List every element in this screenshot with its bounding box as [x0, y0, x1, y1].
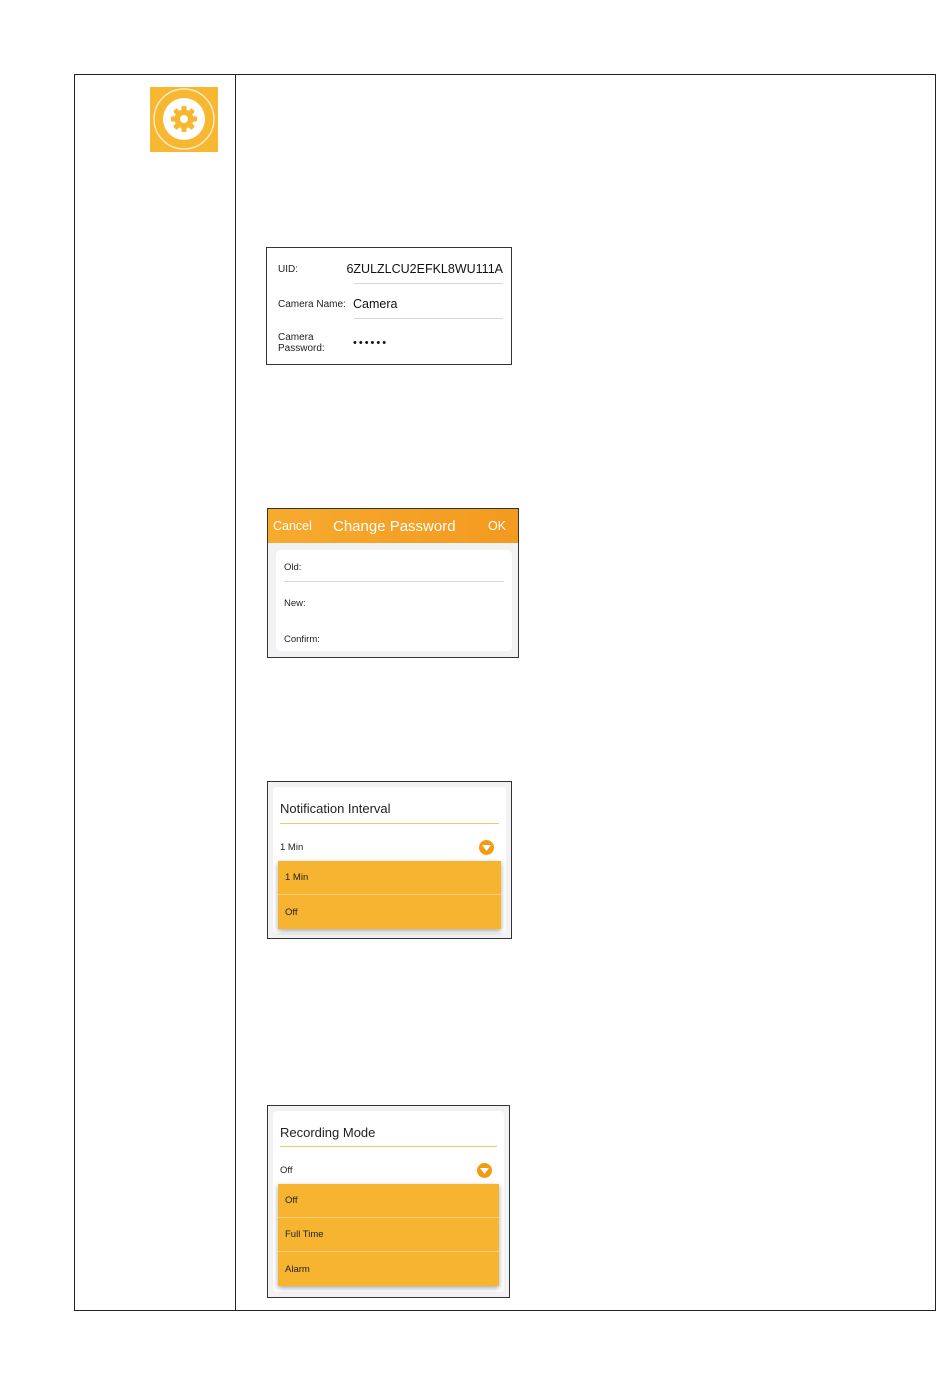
notification-interval-title: Notification Interval: [280, 801, 391, 816]
camera-password-label-line1: Camera: [278, 332, 314, 343]
chevron-down-icon[interactable]: [479, 840, 494, 855]
new-password-field[interactable]: New:: [284, 598, 306, 609]
chevron-down-icon[interactable]: [477, 1163, 492, 1178]
camera-name-value[interactable]: Camera: [353, 297, 397, 311]
recording-mode-menu: Off Full Time Alarm: [278, 1184, 499, 1286]
divider: [284, 581, 504, 582]
ok-button[interactable]: OK: [488, 519, 506, 533]
option-full-time[interactable]: Full Time: [278, 1218, 499, 1252]
camera-password-value[interactable]: ••••••: [353, 337, 388, 349]
option-alarm[interactable]: Alarm: [278, 1252, 499, 1286]
uid-row: UID: 6ZULZLCU2EFKL8WU111A: [278, 262, 503, 276]
divider: [354, 283, 503, 284]
change-password-dialog: Cancel Change Password OK Old: New: Conf…: [267, 508, 519, 658]
divider: [354, 318, 503, 319]
recording-mode-title: Recording Mode: [280, 1125, 376, 1140]
password-form: Old: New: Confirm:: [276, 550, 512, 651]
camera-password-row[interactable]: Camera Password: ••••••: [278, 332, 503, 354]
dialog-title: Change Password: [333, 518, 456, 535]
divider: [280, 823, 499, 824]
uid-label: UID:: [278, 263, 298, 275]
gear-icon: [153, 88, 215, 150]
dialog-header: Cancel Change Password OK: [268, 509, 518, 543]
recording-mode-panel: Recording Mode Off Off Full Time Alarm: [267, 1105, 510, 1298]
notification-interval-select[interactable]: 1 Min: [280, 842, 303, 853]
uid-value: 6ZULZLCU2EFKL8WU111A: [346, 262, 503, 276]
settings-tile: [150, 87, 218, 152]
option-off[interactable]: Off: [278, 1184, 499, 1218]
camera-name-label: Camera Name:: [278, 298, 346, 310]
notification-interval-menu: 1 Min Off: [278, 861, 501, 929]
option-1-min[interactable]: 1 Min: [278, 861, 501, 895]
cancel-button[interactable]: Cancel: [273, 519, 312, 533]
notification-interval-panel: Notification Interval 1 Min 1 Min Off: [267, 781, 512, 939]
recording-mode-select[interactable]: Off: [280, 1165, 293, 1176]
old-password-field[interactable]: Old:: [284, 562, 301, 573]
camera-name-row[interactable]: Camera Name: Camera: [278, 297, 503, 311]
divider: [280, 1146, 497, 1147]
camera-info-panel: UID: 6ZULZLCU2EFKL8WU111A Camera Name: C…: [266, 247, 512, 365]
camera-password-label: Camera Password:: [278, 332, 353, 354]
confirm-password-field[interactable]: Confirm:: [284, 634, 320, 645]
option-off[interactable]: Off: [278, 895, 501, 929]
column-divider: [235, 75, 236, 1310]
camera-password-label-line2: Password:: [278, 343, 325, 354]
